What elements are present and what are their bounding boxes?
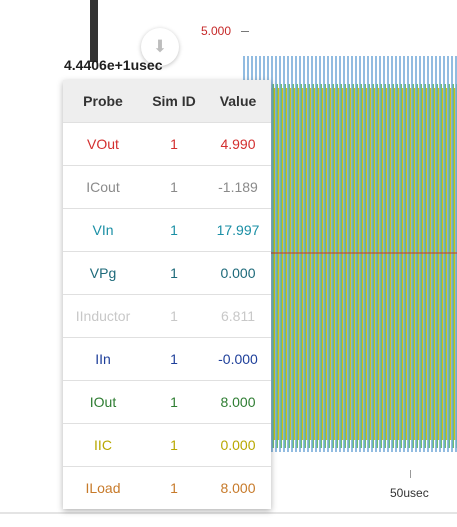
probe-value: -0.000 xyxy=(205,337,271,381)
table-row[interactable]: ILoad 1 8.000 xyxy=(63,466,271,509)
probe-value: 8.000 xyxy=(205,380,271,424)
probe-value: 0.000 xyxy=(205,251,271,295)
sim-id: 1 xyxy=(143,337,205,381)
probe-name: IOut xyxy=(63,380,143,424)
y-axis-top-label: 5.000 xyxy=(201,24,232,38)
axis-baseline xyxy=(0,512,457,514)
iin-trace xyxy=(243,56,457,452)
cursor-time-label: 4.4406e+1usec xyxy=(64,57,163,73)
table-row[interactable]: VPg 1 0.000 xyxy=(63,251,271,295)
sim-id: 1 xyxy=(143,165,205,209)
probe-table: Probe Sim ID Value VOut 1 4.990 ICout 1 -1.18… xyxy=(63,80,271,509)
table-row[interactable]: IIn 1 -0.000 xyxy=(63,337,271,381)
sim-id: 1 xyxy=(143,466,205,509)
column-header-probe: Probe xyxy=(63,80,143,123)
sim-id: 1 xyxy=(143,423,205,467)
x-axis-tick xyxy=(410,470,411,478)
probe-name: ILoad xyxy=(63,466,143,509)
probe-name: VIn xyxy=(63,208,143,252)
sim-id: 1 xyxy=(143,251,205,295)
probe-value: 8.000 xyxy=(205,466,271,509)
column-header-sim-id: Sim ID xyxy=(143,80,205,123)
probe-value: 6.811 xyxy=(205,294,271,338)
table-row[interactable]: IOut 1 8.000 xyxy=(63,380,271,424)
table-row[interactable]: VOut 1 4.990 xyxy=(63,122,271,166)
probe-value: 4.990 xyxy=(205,122,271,166)
table-row[interactable]: ICout 1 -1.189 xyxy=(63,165,271,209)
table-row[interactable]: IInductor 1 6.811 xyxy=(63,294,271,338)
sim-id: 1 xyxy=(143,294,205,338)
x-axis-label: 50usec xyxy=(390,486,429,500)
probe-name: ICout xyxy=(63,165,143,209)
probe-name: IIn xyxy=(63,337,143,381)
sim-id: 1 xyxy=(143,380,205,424)
probe-name: IInductor xyxy=(63,294,143,338)
probe-name: VOut xyxy=(63,122,143,166)
y-axis-tick xyxy=(241,31,249,32)
download-icon: ⬇ xyxy=(152,37,168,56)
probe-name: IIC xyxy=(63,423,143,467)
probe-value: 0.000 xyxy=(205,423,271,467)
table-row[interactable]: IIC 1 0.000 xyxy=(63,423,271,467)
probe-value: 17.997 xyxy=(205,208,271,252)
iout-trace xyxy=(244,84,457,448)
table-row[interactable]: VIn 1 17.997 xyxy=(63,208,271,252)
sim-id: 1 xyxy=(143,208,205,252)
sim-id: 1 xyxy=(143,122,205,166)
probe-value: -1.189 xyxy=(205,165,271,209)
probe-name: VPg xyxy=(63,251,143,295)
table-header-row: Probe Sim ID Value xyxy=(63,80,271,123)
column-header-value: Value xyxy=(205,80,271,123)
